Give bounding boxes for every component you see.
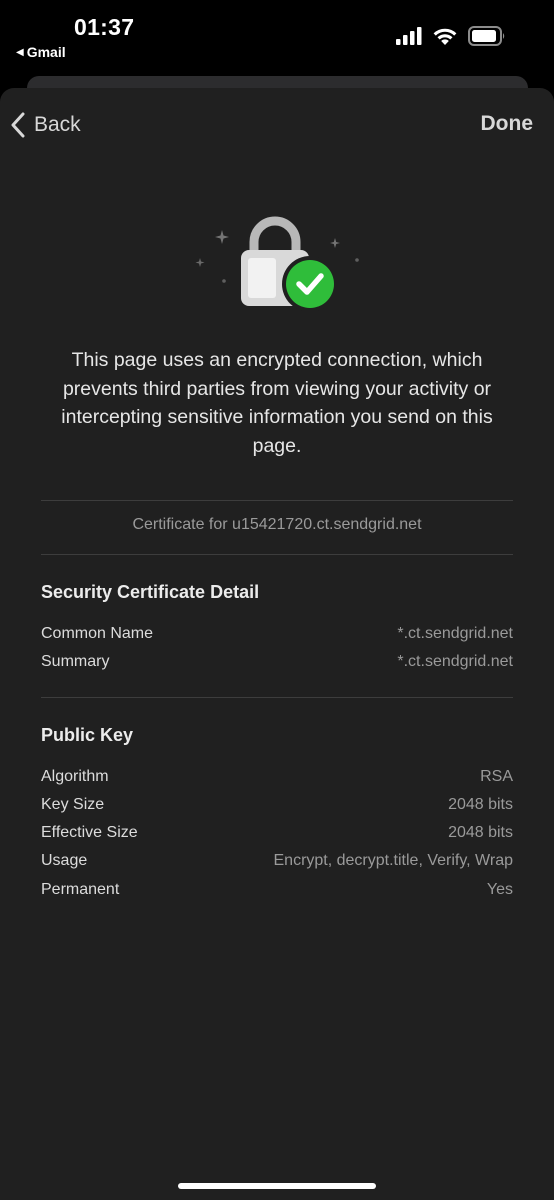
row-value: *.ct.sendgrid.net	[397, 653, 513, 670]
security-info-sheet: Back Done This page uses an encrypted co…	[0, 88, 554, 1200]
public-key-title: Public Key	[41, 725, 134, 745]
detail-row-usage: Usage Encrypt, decrypt.title, Verify, Wr…	[41, 852, 513, 870]
row-value: Encrypt, decrypt.title, Verify, Wrap	[273, 852, 514, 869]
row-value: Yes	[486, 881, 513, 898]
done-button[interactable]: Done	[481, 112, 534, 136]
row-label: Algorithm	[41, 768, 109, 785]
back-button[interactable]: Back	[10, 112, 81, 138]
home-indicator[interactable]	[178, 1183, 376, 1189]
cellular-signal-icon	[396, 27, 422, 45]
divider	[41, 500, 513, 501]
detail-row-key-size: Key Size 2048 bits	[41, 796, 513, 814]
detail-row-algorithm: Algorithm RSA	[41, 768, 513, 786]
status-bar: 01:37 ◀ Gmail	[0, 0, 554, 76]
certificate-for-label: Certificate for u15421720.ct.sendgrid.ne…	[132, 516, 422, 533]
divider	[41, 554, 513, 555]
row-label: Permanent	[41, 881, 120, 898]
secure-lock-icon	[195, 216, 359, 312]
row-label: Summary	[41, 653, 110, 670]
chevron-left-icon	[11, 112, 25, 138]
row-label: Usage	[41, 852, 88, 869]
back-triangle-icon: ◀	[16, 46, 24, 58]
back-button-label: Back	[34, 113, 81, 136]
encryption-description: This page uses an encrypted connection, …	[61, 349, 493, 457]
divider	[41, 697, 513, 698]
row-label: Common Name	[41, 625, 154, 642]
detail-row-permanent: Permanent Yes	[41, 881, 513, 899]
security-certificate-title: Security Certificate Detail	[41, 582, 260, 602]
status-icons	[396, 26, 506, 46]
detail-row-common-name: Common Name *.ct.sendgrid.net	[41, 625, 513, 643]
row-value: *.ct.sendgrid.net	[397, 625, 513, 642]
back-app-label: Gmail	[26, 44, 66, 60]
sheet-navigation-bar: Back Done	[0, 88, 554, 160]
detail-row-summary: Summary *.ct.sendgrid.net	[41, 653, 513, 671]
detail-row-effective-size: Effective Size 2048 bits	[41, 824, 513, 842]
row-value: 2048 bits	[448, 824, 513, 841]
row-value: RSA	[480, 768, 513, 785]
wifi-icon	[433, 28, 457, 45]
back-to-app-link[interactable]: ◀ Gmail	[16, 44, 66, 60]
row-label: Key Size	[41, 796, 105, 813]
row-value: 2048 bits	[448, 796, 513, 813]
battery-icon	[468, 26, 505, 46]
row-label: Effective Size	[41, 824, 138, 841]
status-time: 01:37	[74, 14, 135, 40]
